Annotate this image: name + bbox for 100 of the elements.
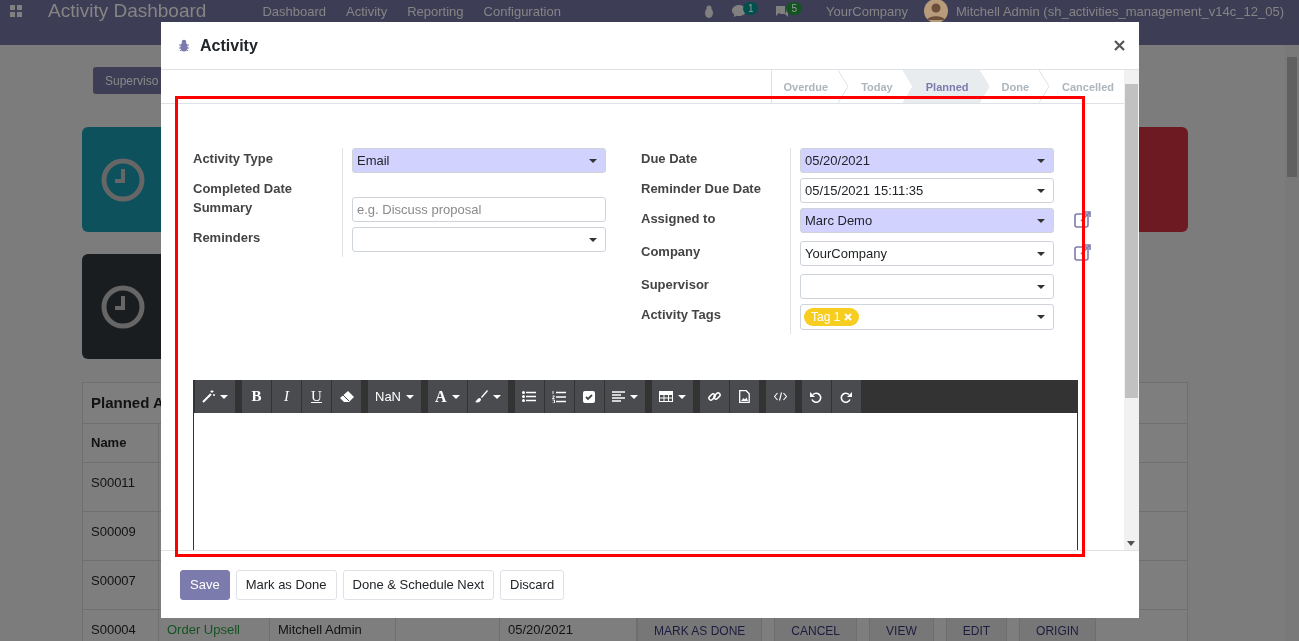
image-icon <box>738 390 750 403</box>
field-value: 05/20/2021 <box>805 153 871 168</box>
bold-button[interactable]: B <box>242 380 272 413</box>
code-icon <box>773 392 787 401</box>
dialog-button[interactable]: Save <box>180 569 230 600</box>
user-menu[interactable]: Mitchell Admin (sh_activities_management_v14c_12_05) <box>955 3 1284 19</box>
caret-icon <box>1037 188 1045 193</box>
image-button[interactable] <box>729 380 760 413</box>
select-field[interactable]: 05/20/2021 <box>800 148 1054 173</box>
field-label: Due Date <box>641 148 791 178</box>
field-label: Supervisor <box>641 274 791 304</box>
field-label: Activity Type <box>193 148 343 178</box>
comments-icon[interactable] <box>774 4 791 18</box>
select-field[interactable]: YourCompany <box>800 241 1054 266</box>
field-value: YourCompany <box>805 246 887 261</box>
company-switcher[interactable]: YourCompany <box>826 3 908 19</box>
summary-field[interactable]: e.g. Discuss proposal <box>352 197 606 222</box>
menu-item[interactable]: Configuration <box>483 4 561 19</box>
table-cell: Mitchell Admin <box>278 622 362 637</box>
underline-button[interactable]: U <box>302 380 332 413</box>
table-cell: S00009 <box>83 512 159 560</box>
select-field[interactable] <box>352 227 606 252</box>
style-button[interactable] <box>195 380 236 413</box>
table-cell: S00011 <box>83 463 159 511</box>
brush-icon <box>474 390 488 403</box>
dialog-button[interactable]: Done & Schedule Next <box>342 569 495 600</box>
link-icon <box>707 390 721 403</box>
clock-icon <box>101 157 145 202</box>
bullet-list-icon <box>522 391 537 402</box>
arrow-down-icon[interactable] <box>1127 541 1135 546</box>
caret-icon <box>1037 315 1045 319</box>
field-value: Marc Demo <box>805 213 873 228</box>
dialog-title: Activity <box>200 36 258 55</box>
redo-icon <box>840 390 853 403</box>
table-button[interactable] <box>651 380 694 413</box>
external-link-icon[interactable] <box>1074 211 1091 228</box>
select-field[interactable] <box>800 274 1054 299</box>
field-label: Activity Tags <box>641 304 791 334</box>
field-label: Company <box>641 241 791 274</box>
external-link-icon[interactable] <box>1074 244 1091 261</box>
font-color-button[interactable]: A <box>428 380 468 413</box>
numbered-list-button[interactable] <box>544 380 575 413</box>
clear-format-button[interactable] <box>332 380 362 413</box>
dialog-button[interactable]: Mark as Done <box>235 569 337 600</box>
italic-button[interactable]: I <box>272 380 302 413</box>
redo-button[interactable] <box>831 380 862 413</box>
caret-icon <box>1037 251 1045 256</box>
menu-item[interactable]: Dashboard <box>262 4 326 19</box>
action-button[interactable]: EDIT <box>945 616 1008 641</box>
caret-icon <box>1037 284 1045 289</box>
bug-icon <box>178 39 190 52</box>
highlight-button[interactable] <box>467 380 509 413</box>
caret-icon <box>589 237 597 242</box>
wand-icon <box>202 390 215 403</box>
eraser-icon <box>339 391 354 402</box>
font-size-dropdown[interactable]: NaN <box>368 380 422 413</box>
field-value: Email <box>357 153 390 168</box>
checkbox-icon <box>583 390 596 403</box>
app-title: Activity Dashboard <box>48 1 207 21</box>
align-button[interactable] <box>604 380 646 413</box>
scrollbar[interactable] <box>1124 70 1139 550</box>
field-label: Summary <box>193 197 343 227</box>
table-cell: 05/20/2021 <box>508 622 574 637</box>
menu-item[interactable]: Activity <box>346 4 388 19</box>
field-label: Completed Date <box>193 178 343 197</box>
caret-icon <box>589 158 597 163</box>
undo-button[interactable] <box>801 380 832 413</box>
avatar[interactable] <box>923 0 948 23</box>
align-left-icon <box>611 391 625 402</box>
table-cell: S00007 <box>83 561 159 609</box>
dialog-button[interactable]: Discard <box>500 569 565 600</box>
action-button[interactable]: MARK AS DONE <box>637 616 763 641</box>
stage-tab[interactable]: Today <box>848 70 903 103</box>
stage-tab[interactable]: Cancelled <box>1049 70 1124 103</box>
chat-icon[interactable] <box>730 4 747 18</box>
action-button[interactable]: CANCEL <box>774 616 858 641</box>
bullet-list-button[interactable] <box>514 380 545 413</box>
table-icon <box>658 391 673 402</box>
menu-item[interactable]: Reporting <box>407 4 464 19</box>
checklist-button[interactable] <box>574 380 605 413</box>
stage-tab[interactable]: Overdue <box>770 70 839 103</box>
stage-tab[interactable]: Done <box>988 70 1040 103</box>
numbered-list-icon <box>552 390 567 403</box>
count-badge: 5 <box>786 2 802 15</box>
count-badge: 1 <box>742 2 759 15</box>
code-view-button[interactable] <box>765 380 796 413</box>
link-button[interactable] <box>699 380 730 413</box>
apps-menu-icon[interactable] <box>10 5 22 17</box>
bug-icon[interactable] <box>702 4 715 18</box>
select-field[interactable]: 05/15/2021 15:11:35 <box>800 178 1054 203</box>
field-label: Assigned to <box>641 208 791 241</box>
select-field[interactable]: Email <box>352 148 606 173</box>
field-value: 05/15/2021 15:11:35 <box>805 183 924 198</box>
action-button[interactable]: ORIGIN <box>1019 616 1096 641</box>
table-cell: Order Upsell <box>167 622 240 637</box>
close-icon[interactable] <box>1114 40 1125 51</box>
caret-icon <box>1037 218 1045 223</box>
action-button[interactable]: VIEW <box>869 616 934 641</box>
field-label: Reminder Due Date <box>641 178 791 208</box>
select-field[interactable]: Marc Demo <box>800 208 1054 233</box>
